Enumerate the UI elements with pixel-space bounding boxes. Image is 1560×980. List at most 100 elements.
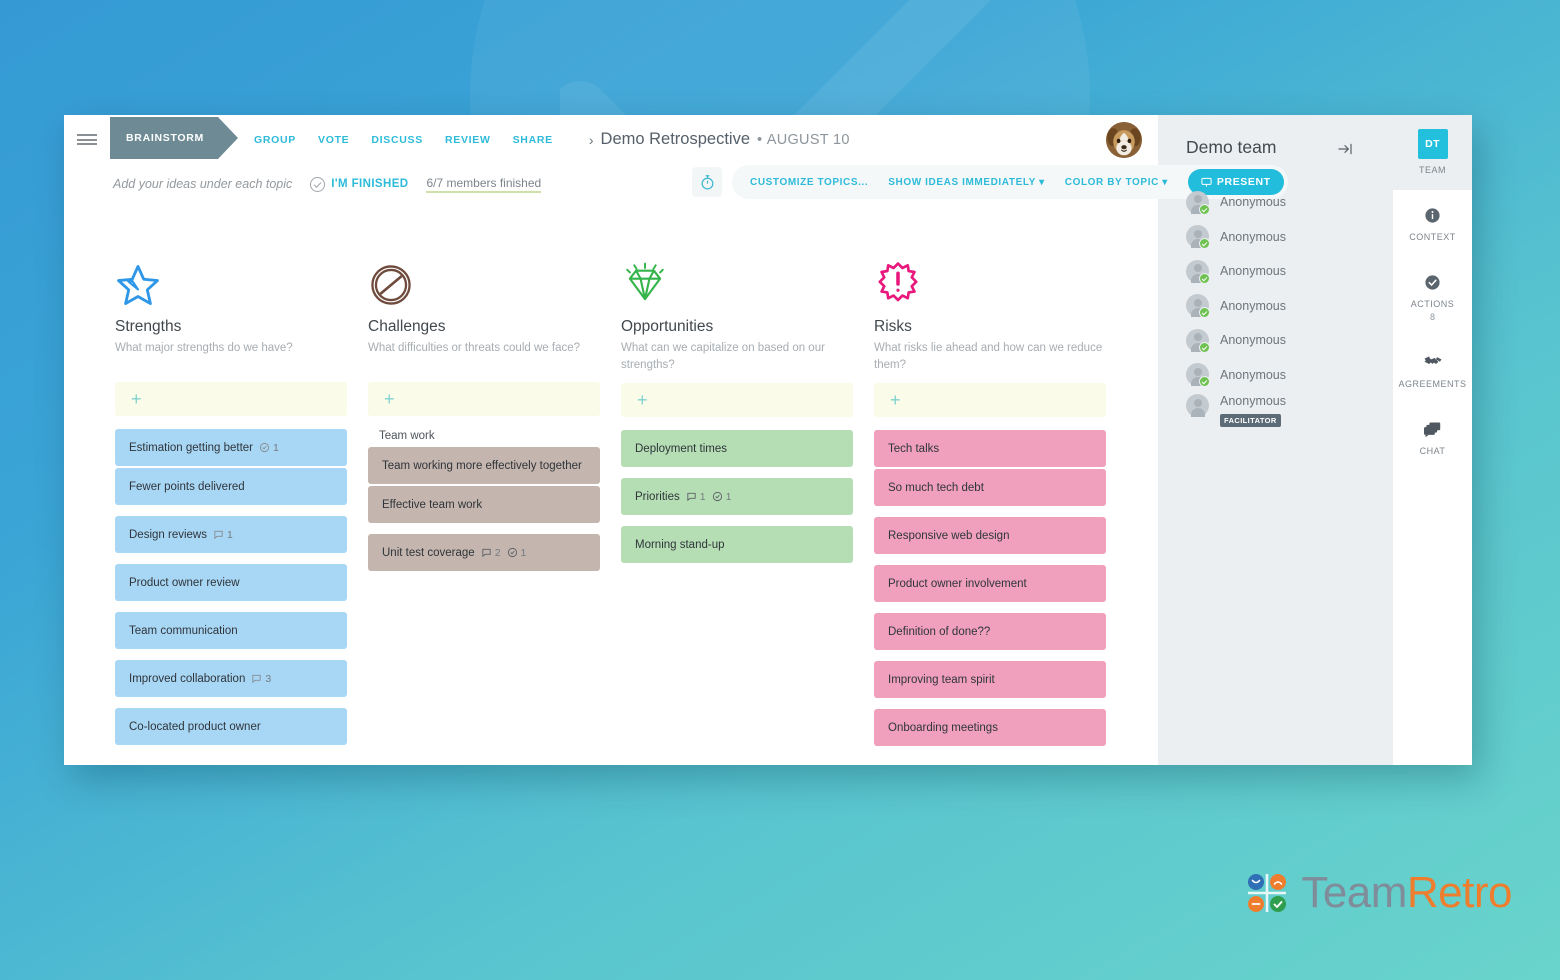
add-idea-button-challenges[interactable]: + xyxy=(368,382,600,416)
column-subtitle: What risks lie ahead and how can we redu… xyxy=(874,342,1103,371)
idea-card[interactable]: Morning stand-up xyxy=(621,526,853,564)
idea-card-text: Co-located product owner xyxy=(129,720,261,733)
card-group-label: Team work xyxy=(379,430,435,442)
logo-word-retro: Retro xyxy=(1406,868,1513,917)
tab-team-label: TEAM xyxy=(1418,165,1446,175)
card-group: Responsive web design xyxy=(874,517,1106,555)
stage-tab-review[interactable]: REVIEW xyxy=(445,134,491,146)
handshake-icon xyxy=(1397,351,1468,373)
tab-agreements-label: AGREEMENTS xyxy=(1398,379,1467,389)
card-group: Team working more effectively together E… xyxy=(368,447,600,523)
idea-card[interactable]: Estimation getting better 1 xyxy=(115,429,347,466)
idea-card-text: Team working more effectively together xyxy=(382,459,582,472)
card-group: Improved collaboration 3 xyxy=(115,660,347,697)
add-idea-button-opportunities[interactable]: + xyxy=(621,383,853,418)
card-group: Priorities 1 1 xyxy=(621,478,853,516)
list-item[interactable]: Anonymous FACILITATOR xyxy=(1186,392,1393,428)
customize-topics-button[interactable]: CUSTOMIZE TOPICS... xyxy=(750,177,868,188)
tab-actions-count: 8 xyxy=(1429,312,1435,322)
idea-card[interactable]: Unit test coverage 2 1 xyxy=(368,534,600,571)
breadcrumb[interactable]: › Demo Retrospective • AUGUST 10 xyxy=(589,115,850,164)
right-panel: Demo team Anonymous Anonymous Anonymous xyxy=(1158,115,1472,765)
tab-agreements[interactable]: AGREEMENTS xyxy=(1393,337,1472,404)
card-group: Design reviews 1 xyxy=(115,516,347,553)
member-name: Anonymous xyxy=(1220,298,1287,313)
list-item[interactable]: Anonymous xyxy=(1186,220,1393,255)
idea-card[interactable]: Product owner review xyxy=(115,564,347,601)
warning-burst-icon xyxy=(874,252,1106,308)
stage-tab-discuss[interactable]: DISCUSS xyxy=(371,134,423,146)
list-item[interactable]: Anonymous xyxy=(1186,323,1393,358)
stage-tab-share[interactable]: SHARE xyxy=(513,134,553,146)
list-item[interactable]: Anonymous xyxy=(1186,254,1393,289)
idea-card-text: Definition of done?? xyxy=(888,625,991,638)
color-by-topic-dropdown[interactable]: COLOR BY TOPIC ▾ xyxy=(1065,177,1168,188)
vote-count: 1 xyxy=(259,442,279,454)
idea-card[interactable]: Effective team work xyxy=(368,486,600,523)
idea-card[interactable]: Onboarding meetings xyxy=(874,709,1106,747)
idea-card[interactable]: Improving team spirit xyxy=(874,661,1106,699)
avatar[interactable] xyxy=(1106,122,1142,158)
idea-card[interactable]: Priorities 1 1 xyxy=(621,478,853,516)
avatar xyxy=(1186,328,1210,353)
team-panel: Demo team Anonymous Anonymous Anonymous xyxy=(1158,115,1393,765)
show-ideas-immediately-dropdown[interactable]: SHOW IDEAS IMMEDIATELY ▾ xyxy=(888,177,1044,188)
idea-card[interactable]: Responsive web design xyxy=(874,517,1106,555)
star-icon xyxy=(115,252,347,308)
idea-card[interactable]: Deployment times xyxy=(621,430,853,468)
chevron-right-icon: › xyxy=(588,131,594,148)
hamburger-menu-icon[interactable] xyxy=(64,115,110,164)
page-title: Demo Retrospective xyxy=(600,130,751,148)
tab-chat[interactable]: CHAT xyxy=(1393,404,1472,471)
ideas-hint-text: Add your ideas under each topic xyxy=(113,177,293,191)
idea-card-text: Priorities xyxy=(635,490,680,503)
idea-card[interactable]: Design reviews 1 xyxy=(115,516,347,553)
members-finished-link[interactable]: 6/7 members finished xyxy=(426,176,542,193)
diamond-icon xyxy=(621,252,853,308)
no-entry-icon xyxy=(368,252,600,308)
idea-card-text: Improving team spirit xyxy=(888,673,995,686)
list-item[interactable]: Anonymous xyxy=(1186,358,1393,393)
add-idea-button-strengths[interactable]: + xyxy=(115,382,347,416)
timer-icon[interactable] xyxy=(692,167,722,197)
tab-actions[interactable]: ACTIONS 8 xyxy=(1393,257,1472,337)
member-name: Anonymous xyxy=(1220,333,1287,348)
idea-card[interactable]: Team communication xyxy=(115,612,347,649)
column-risks: Risks What risks lie ahead and how can w… xyxy=(874,252,1106,747)
card-group: Product owner review xyxy=(115,564,347,601)
tab-context[interactable]: CONTEXT xyxy=(1393,190,1472,257)
stage-tab-vote[interactable]: VOTE xyxy=(318,134,349,146)
stage-tab-brainstorm[interactable]: BRAINSTORM xyxy=(110,117,238,159)
idea-card[interactable]: Tech talks xyxy=(874,430,1106,468)
idea-card-text: Product owner review xyxy=(129,576,240,589)
idea-card[interactable]: Fewer points delivered xyxy=(115,468,347,505)
idea-card-text: Onboarding meetings xyxy=(888,721,998,734)
list-item[interactable]: Anonymous xyxy=(1186,289,1393,324)
idea-card[interactable]: Improved collaboration 3 xyxy=(115,660,347,697)
tab-team[interactable]: DT TEAM xyxy=(1393,115,1472,190)
card-group: Co-located product owner xyxy=(115,708,347,745)
column-title: Risks xyxy=(874,318,912,335)
app-window: BRAINSTORM GROUP VOTE DISCUSS REVIEW SHA… xyxy=(64,115,1472,765)
card-group: Estimation getting better 1 Fewer points… xyxy=(115,429,347,505)
column-title: Challenges xyxy=(368,318,446,335)
add-idea-button-risks[interactable]: + xyxy=(874,383,1106,418)
collapse-panel-icon[interactable] xyxy=(1337,141,1353,162)
idea-card[interactable]: Team working more effectively together xyxy=(368,447,600,484)
idea-card[interactable]: Definition of done?? xyxy=(874,613,1106,651)
stage-tab-group[interactable]: GROUP xyxy=(254,134,296,146)
avatar xyxy=(1186,394,1209,417)
card-group: Team communication xyxy=(115,612,347,649)
card-group: Tech talks So much tech debt xyxy=(874,430,1106,507)
idea-card[interactable]: Co-located product owner xyxy=(115,708,347,745)
idea-card[interactable]: So much tech debt xyxy=(874,469,1106,507)
sub-toolbar: Add your ideas under each topic I'M FINI… xyxy=(64,164,1288,204)
idea-card-text: Estimation getting better xyxy=(129,441,254,454)
idea-card[interactable]: Product owner involvement xyxy=(874,565,1106,603)
list-item[interactable]: Anonymous xyxy=(1186,185,1393,220)
member-name: Anonymous xyxy=(1220,195,1287,210)
idea-card-text: So much tech debt xyxy=(888,481,984,494)
im-finished-button[interactable]: I'M FINISHED xyxy=(310,176,408,192)
check-circle-icon xyxy=(1397,271,1468,293)
idea-card-text: Effective team work xyxy=(382,498,483,511)
